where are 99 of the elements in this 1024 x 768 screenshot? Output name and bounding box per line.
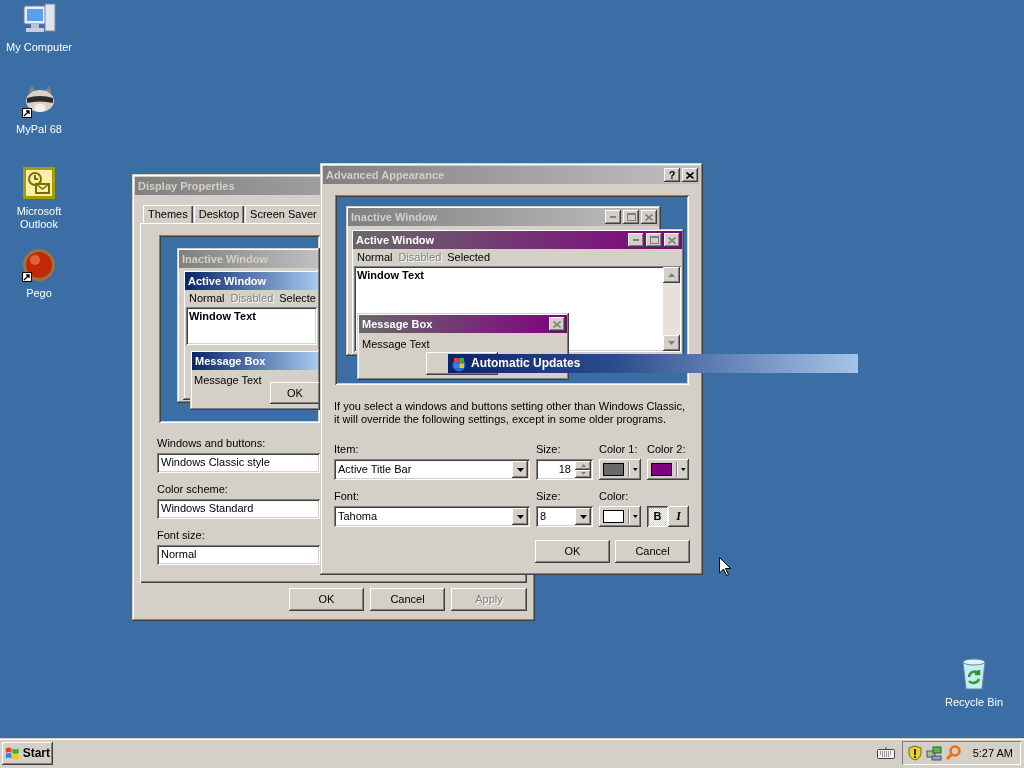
dialog-button[interactable]: OK [289,588,364,611]
minimize-icon [610,216,616,218]
caret-icon [516,514,524,519]
windows-update-icon [451,355,467,372]
close-icon [668,236,676,244]
field-label: Color 2: [647,443,686,457]
window-title: Inactive Window [351,210,438,224]
size-spinner[interactable]: 18 [536,459,593,480]
maximize-icon [649,236,659,244]
dropdown-button[interactable] [575,508,591,525]
dropdown-field[interactable]: Windows Standard [157,499,320,519]
window-title: Active Window [356,233,435,247]
minimize-button[interactable] [605,210,621,224]
close-icon [686,171,694,179]
field-label: Font size: [157,529,205,542]
bold-toggle[interactable]: B [647,506,668,527]
field-label: Size: [536,490,561,504]
network-icon[interactable] [925,745,942,761]
dropdown-field[interactable]: Normal [157,545,320,565]
field-label: Font: [334,490,360,504]
up-arrow-icon [668,273,675,277]
field-label: Color 1: [599,443,638,457]
close-button[interactable] [641,210,657,224]
down-arrow-icon [668,341,675,345]
tab[interactable]: Themes [143,205,193,223]
close-icon [645,213,653,221]
menu-item: Disabled [230,292,274,305]
window-title: Active Window [188,274,267,288]
window-title: Message Box [362,317,433,331]
down-arrow-icon [580,472,586,476]
italic-toggle[interactable]: I [668,506,689,527]
scrollbar[interactable] [663,267,680,351]
clock[interactable]: 5:27 AM [972,746,1013,760]
close-icon [553,320,561,328]
field-label: Size: [536,443,561,457]
window-text: Window Text [357,269,424,281]
minimize-icon [633,239,639,241]
caret-icon [633,515,638,518]
ok-button[interactable]: OK [270,382,320,404]
field-label: Color: [599,490,629,504]
dropdown-button[interactable] [512,508,528,525]
shortcut-arrow-icon [22,272,32,282]
tab[interactable]: Desktop [193,205,245,223]
dropdown-button[interactable] [512,461,528,478]
color-button[interactable] [647,459,689,480]
start-button[interactable]: Start [2,741,53,765]
calendar-envelope-icon[interactable] [22,166,56,200]
ball-icon[interactable] [22,248,56,282]
spin-down-button[interactable] [575,469,591,478]
up-arrow-icon [580,463,586,467]
keyboard-icon[interactable] [876,747,895,759]
caret-icon [579,514,587,519]
maximize-button[interactable] [646,233,662,247]
icon-label: Pego [25,287,53,300]
close-button[interactable] [682,168,698,182]
close-button[interactable] [664,233,680,247]
dialog-button[interactable]: Cancel [615,540,690,563]
message-text: Message Text [193,373,263,388]
notification-toast[interactable]: Automatic Updates [448,354,858,373]
color-button[interactable] [599,506,641,527]
tab[interactable]: Screen Saver [245,205,322,223]
icon-label: Recycle Bin [943,696,1005,709]
size-dropdown[interactable]: 8 [536,506,593,527]
dropdown-field[interactable]: Windows Classic style [157,453,320,473]
windows-flag-icon [5,746,20,760]
font-dropdown[interactable]: Tahoma [334,506,530,527]
help-button[interactable]: ? [664,168,680,182]
icon-label: MyPal 68 [15,123,63,136]
shortcut-arrow-icon [22,108,32,118]
notice-text: If you select a windows and buttons setting other than Windows Classic, it will override the following settings, except in some older programs. [334,400,686,426]
icon-label: My Computer [5,41,73,54]
close-button[interactable] [549,317,565,331]
message-text: Message Text [361,337,431,352]
cursor-icon [719,557,731,576]
icon-label: Microsoft Outlook [15,205,63,231]
window-title: Inactive Window [182,252,269,266]
scroll-up-button[interactable] [663,267,680,283]
window-title: Message Box [195,354,266,368]
dialog-button[interactable]: OK [535,540,610,563]
menu-item: Disabled [398,251,442,264]
field-label: Color scheme: [157,483,228,496]
shield-icon[interactable] [906,745,923,761]
caret-icon [633,468,638,471]
minimize-button[interactable] [628,233,644,247]
caret-icon [681,468,686,471]
window-title: Display Properties [138,179,235,193]
color-button[interactable] [599,459,641,480]
field-label: Windows and buttons: [157,437,266,450]
maximize-icon [626,213,636,221]
window-title: Advanced Appearance [326,168,445,182]
item-dropdown[interactable]: Active Title Bar [334,459,530,480]
scroll-down-button[interactable] [663,335,680,351]
field-label: Item: [334,443,359,457]
dialog-button[interactable]: Cancel [370,588,445,611]
notification-title: Automatic Updates [471,357,581,370]
spin-up-button[interactable] [575,461,591,470]
maximize-button[interactable] [623,210,639,224]
caret-icon [516,467,524,472]
window-text: Window Text [189,310,256,322]
